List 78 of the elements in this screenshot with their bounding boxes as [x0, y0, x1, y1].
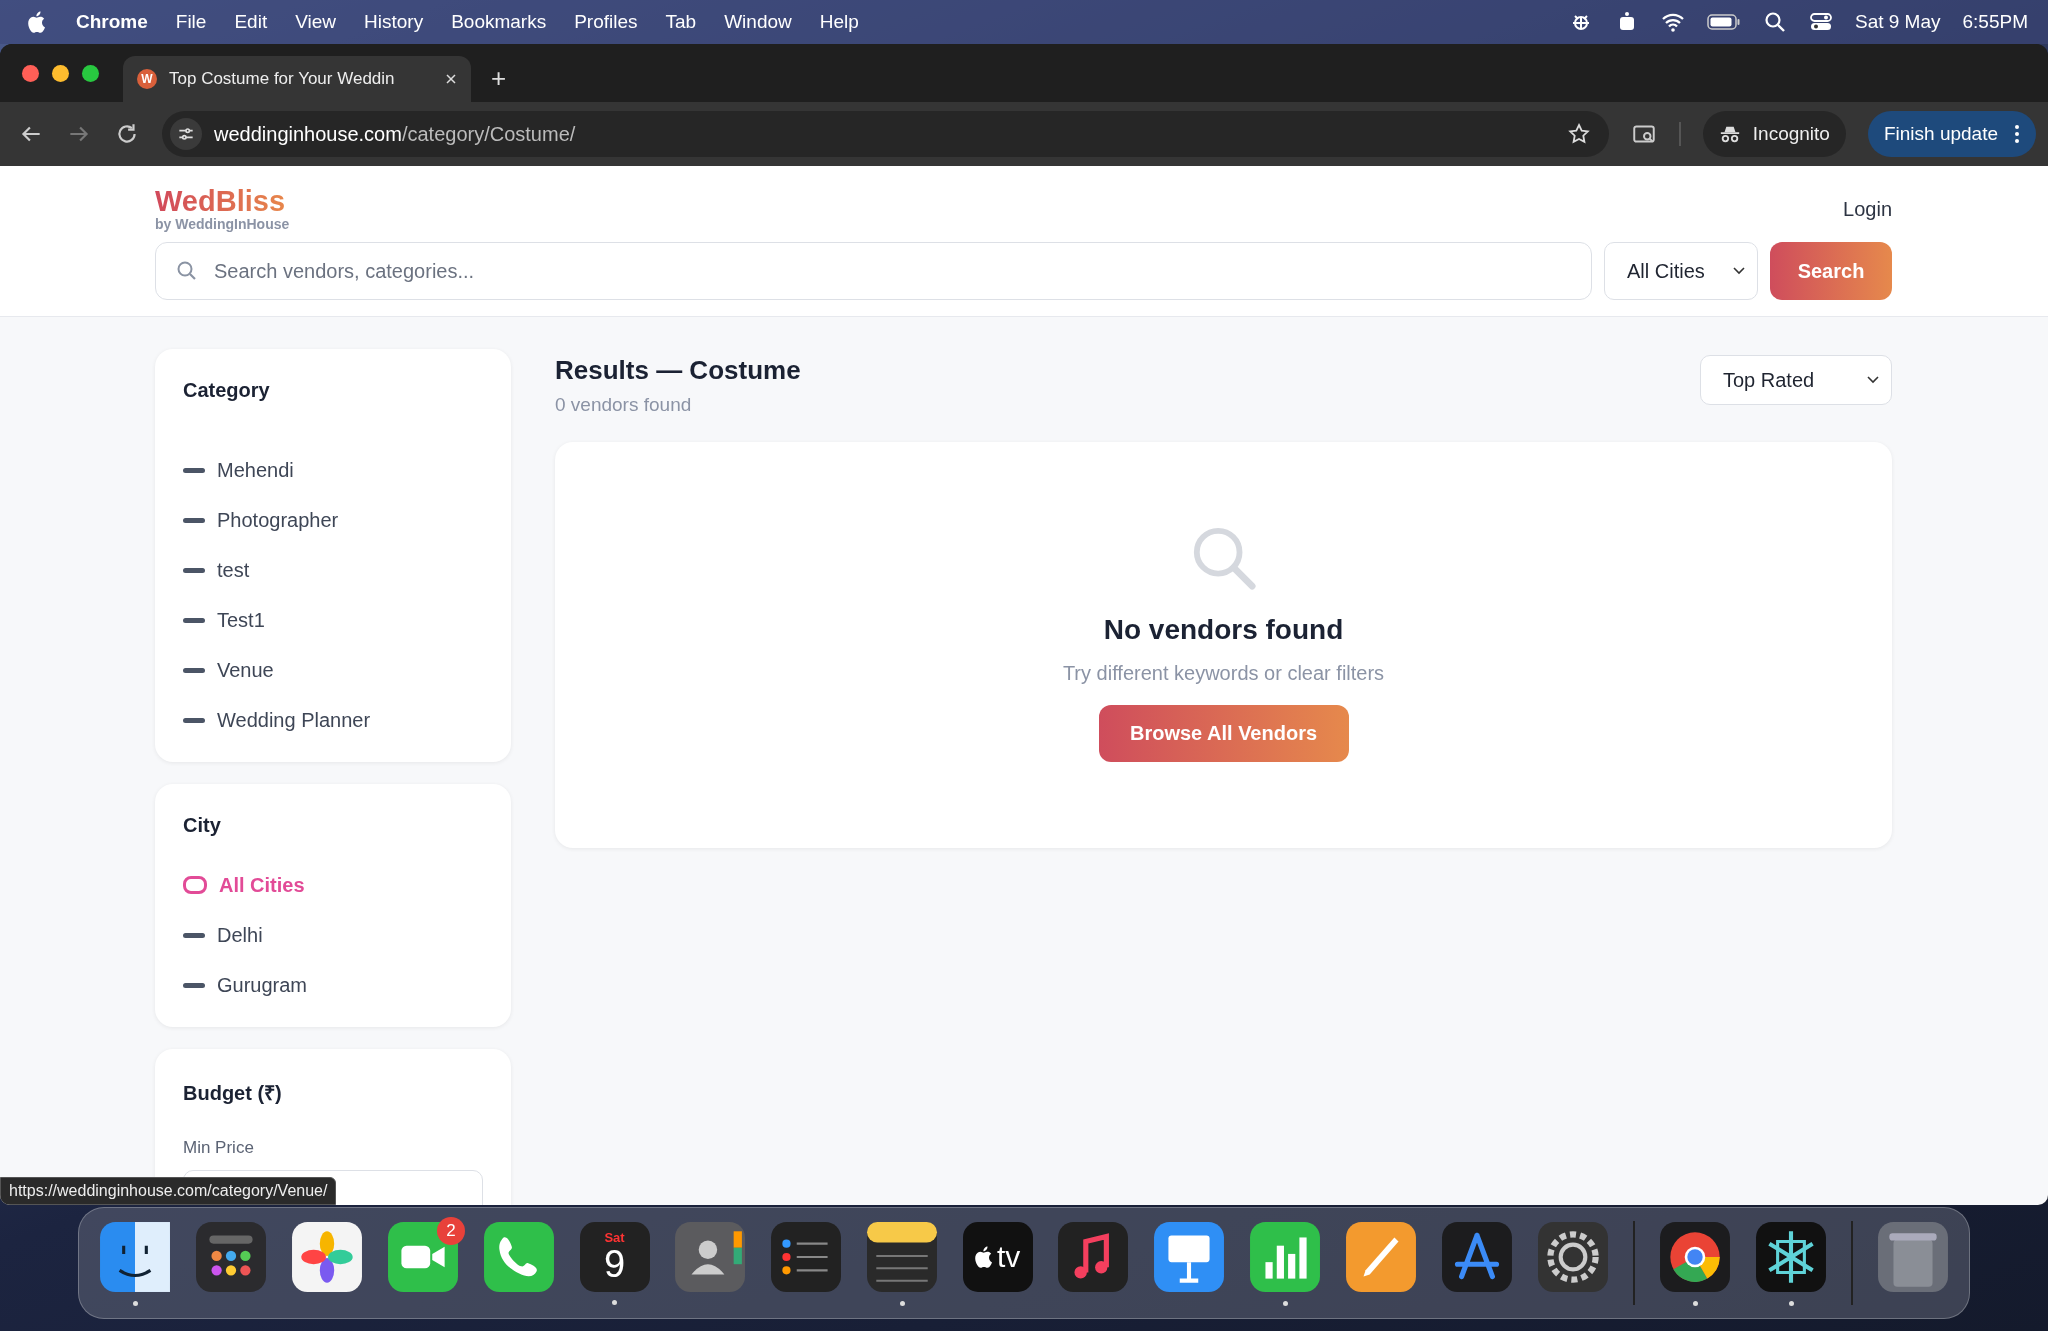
tv-label: tv: [996, 1239, 1021, 1274]
menu-item[interactable]: Tab: [665, 11, 697, 33]
trash-icon[interactable]: [1877, 1220, 1949, 1293]
more-icon[interactable]: [2014, 124, 2020, 144]
notification-badge: 2: [437, 1217, 465, 1245]
filter-title: Category: [183, 379, 271, 403]
minimize-window-button[interactable]: [52, 64, 69, 82]
menu-item[interactable]: Window: [724, 11, 792, 33]
calendar-day: Sat: [604, 1230, 625, 1245]
chevron-down-icon: [1867, 376, 1879, 385]
grid-icon[interactable]: [195, 1220, 267, 1293]
tab-title: Top Costume for Your Weddin: [169, 69, 396, 89]
address-bar[interactable]: weddinginhouse.com/category/Costume/: [162, 111, 1609, 157]
bar-chart-icon[interactable]: [1249, 1220, 1322, 1293]
apple-icon[interactable]: [28, 10, 48, 34]
calendar-tile[interactable]: Sat 9: [579, 1221, 650, 1292]
sort-select[interactable]: Top Rated: [1700, 355, 1892, 406]
menu-item[interactable]: View: [295, 11, 336, 33]
filter-option[interactable]: Mehendi: [183, 456, 483, 485]
close-window-button[interactable]: [22, 64, 39, 82]
podium-icon[interactable]: [1153, 1220, 1226, 1293]
empty-title: No vendors found: [1103, 614, 1344, 647]
zoom-window-button[interactable]: [82, 64, 99, 82]
login-link[interactable]: Login: [1843, 198, 1892, 221]
app-menu[interactable]: Chrome: [76, 11, 148, 33]
url-text: weddinginhouse.com/category/Costume/: [214, 122, 577, 146]
circle-logo-icon[interactable]: [1659, 1220, 1732, 1293]
menu-item[interactable]: Edit: [234, 11, 268, 33]
contact-icon[interactable]: [674, 1220, 747, 1293]
menu-item[interactable]: File: [175, 11, 207, 33]
notes-icon[interactable]: [866, 1220, 939, 1293]
menu-item[interactable]: History: [364, 11, 424, 33]
music-note-icon[interactable]: [1057, 1220, 1130, 1293]
search-icon[interactable]: [1762, 10, 1787, 34]
filter-option[interactable]: Wedding Planner: [183, 706, 483, 735]
phone-icon[interactable]: [483, 1220, 555, 1293]
list-icon[interactable]: [770, 1220, 843, 1293]
menu-item[interactable]: Profiles: [574, 11, 638, 33]
calendar-date: 9: [603, 1245, 626, 1283]
filter-option[interactable]: All Cities: [183, 871, 483, 900]
new-tab-button[interactable]: +: [491, 63, 507, 94]
menu-item[interactable]: Bookmarks: [451, 11, 547, 33]
search-field[interactable]: Search vendors, categories...: [155, 242, 1592, 301]
filter-title: City: [183, 814, 222, 838]
filter-option[interactable]: Venue: [183, 656, 483, 685]
site-info-icon[interactable]: [170, 118, 202, 150]
app-store-icon[interactable]: [1441, 1220, 1514, 1293]
filter-option[interactable]: test: [183, 556, 483, 585]
finish-update-button[interactable]: Finish update: [1867, 111, 2036, 157]
logo-tagline: by WeddingInHouse: [155, 216, 290, 233]
filter-option[interactable]: Delhi: [183, 921, 483, 950]
menu-bar-date[interactable]: Sat 9 May: [1854, 11, 1941, 33]
camera-icon[interactable]: [387, 1220, 459, 1293]
filter-option[interactable]: Gurugram: [183, 971, 483, 1000]
field-label: Min Price: [183, 1138, 255, 1159]
pen-icon[interactable]: [1345, 1220, 1418, 1293]
battery-icon[interactable]: [1706, 13, 1741, 31]
close-icon[interactable]: [445, 73, 457, 85]
tab-favicon: W: [137, 69, 157, 89]
menu-item[interactable]: Help: [819, 11, 859, 33]
menu-bar-time[interactable]: 6:55PM: [1962, 11, 2028, 33]
filter-option[interactable]: Photographer: [183, 506, 483, 535]
browser-tab[interactable]: W Top Costume for Your Weddin: [123, 56, 471, 102]
tv-tile[interactable]: tv: [962, 1221, 1033, 1292]
gear-icon[interactable]: [1537, 1220, 1610, 1293]
face-icon[interactable]: [99, 1220, 171, 1293]
city-select[interactable]: All Cities: [1604, 242, 1758, 301]
status-url-tooltip: https://weddinginhouse.com/category/Venue/: [0, 1177, 337, 1205]
incognito-button[interactable]: Incognito: [1702, 111, 1846, 157]
empty-hint: Try different keywords or clear filters: [1062, 662, 1385, 686]
bookmark-star-icon[interactable]: [1566, 122, 1591, 146]
chevron-down-icon: [1733, 267, 1745, 276]
results-title: Results — Costume: [555, 355, 801, 387]
filter-title: Budget (₹): [183, 1081, 283, 1107]
filter-option[interactable]: Test1: [183, 606, 483, 635]
flower-icon[interactable]: [291, 1220, 363, 1293]
apple-icon: [974, 1244, 995, 1269]
results-count: 0 vendors found: [555, 394, 693, 417]
